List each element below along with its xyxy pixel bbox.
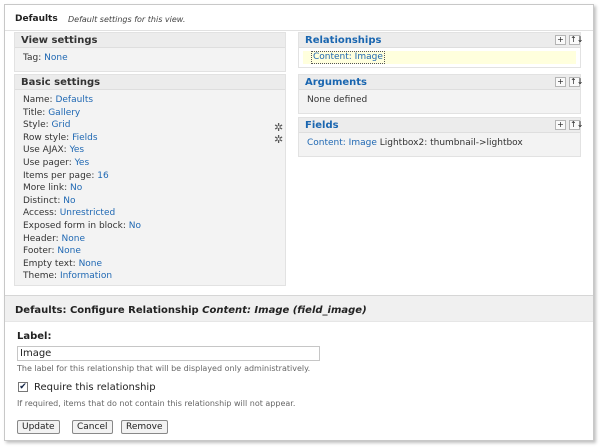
basic-settings-title: Basic settings — [21, 77, 101, 88]
panel-header: Arguments — [299, 75, 580, 90]
fields-panel: Fields + ↑↓ Content: Image Lightbox2: th… — [298, 117, 583, 157]
tag-label: Tag: — [23, 53, 42, 63]
require-relationship-checkbox[interactable]: ✔ — [18, 382, 28, 392]
basic-setting-label: Header: — [23, 233, 59, 244]
display-subtitle: Default settings for this view. — [68, 15, 186, 24]
configure-heading-bar: Defaults: Configure Relationship Content… — [5, 295, 593, 322]
tag-value-link[interactable]: None — [44, 53, 67, 63]
update-button[interactable]: Update — [17, 420, 60, 434]
basic-setting-value-link[interactable]: None — [62, 234, 85, 244]
fields-title: Fields — [305, 120, 339, 131]
basic-setting-row: Access: Unrestricted — [23, 207, 281, 220]
basic-setting-label: Empty text: — [23, 258, 76, 269]
label-field-label: Label: — [17, 331, 52, 342]
basic-setting-row: More link: No — [23, 182, 281, 195]
basic-setting-row: Distinct: No — [23, 195, 281, 208]
basic-setting-value-link[interactable]: No — [129, 221, 141, 231]
field-formatter-text: Lightbox2: thumbnail->lightbox — [379, 138, 523, 148]
basic-setting-value-link[interactable]: 16 — [97, 171, 108, 181]
basic-setting-row: Exposed form in block: No — [23, 220, 281, 233]
configure-relationship-section: Defaults: Configure Relationship Content… — [5, 295, 593, 440]
basic-setting-label: Use pager: — [23, 157, 72, 168]
arguments-empty-text: None defined — [307, 95, 368, 105]
basic-setting-value-link[interactable]: Defaults — [55, 95, 93, 105]
basic-setting-label: Access: — [23, 208, 57, 219]
add-argument-button[interactable]: + — [555, 77, 566, 87]
panel-header: Basic settings — [15, 75, 285, 90]
basic-setting-row: Title: Gallery — [23, 107, 281, 120]
configure-heading: Defaults: Configure Relationship Content… — [15, 305, 367, 316]
basic-setting-label: More link: — [23, 183, 68, 194]
basic-setting-label: Use AJAX: — [23, 145, 67, 156]
basic-setting-label: Theme: — [23, 271, 58, 282]
basic-setting-label: Name: — [23, 95, 53, 105]
view-settings-title: View settings — [21, 35, 98, 46]
rearrange-arguments-button[interactable]: ↑↓ — [569, 77, 583, 87]
configure-heading-emphasis: Content: Image (field_image) — [202, 305, 367, 316]
views-edit-frame: Defaults Default settings for this view.… — [4, 4, 594, 441]
require-relationship-label: Require this relationship — [34, 382, 156, 393]
basic-setting-value-link[interactable]: Information — [60, 271, 112, 281]
panel-header: Fields — [299, 118, 580, 133]
row-style-settings-gear-icon[interactable]: ✲ — [274, 134, 285, 145]
basic-setting-label: Items per page: — [23, 170, 95, 181]
relationships-panel: Relationships + ↑↓ Content: Image — [298, 32, 583, 68]
add-relationship-button[interactable]: + — [555, 35, 566, 45]
basic-setting-row: Items per page: 16 — [23, 170, 281, 183]
style-settings-gear-icon[interactable]: ✲ — [274, 122, 285, 133]
basic-setting-row: Style: Grid — [23, 119, 281, 132]
basic-setting-row: Use pager: Yes — [23, 157, 281, 170]
remove-button[interactable]: Remove — [121, 420, 168, 434]
label-description: The label for this relationship that wil… — [17, 364, 311, 373]
basic-setting-label: Exposed form in block: — [23, 220, 126, 231]
field-item-row: Content: Image Lightbox2: thumbnail->lig… — [307, 137, 576, 150]
basic-setting-label: Footer: — [23, 246, 55, 257]
require-relationship-description: If required, items that do not contain t… — [17, 399, 296, 408]
top-bar: Defaults Default settings for this view. — [5, 5, 593, 31]
basic-setting-value-link[interactable]: No — [63, 196, 75, 206]
label-input[interactable] — [17, 346, 320, 361]
relationship-content-image-link[interactable]: Content: Image — [311, 51, 385, 64]
panel-header: Relationships — [299, 33, 580, 48]
basic-setting-value-link[interactable]: Grid — [52, 120, 71, 130]
view-settings-panel: View settings Tag: None — [14, 32, 286, 72]
basic-setting-label: Style: — [23, 120, 49, 131]
basic-setting-value-link[interactable]: No — [70, 183, 82, 193]
arguments-title: Arguments — [305, 77, 368, 88]
relationships-title: Relationships — [305, 35, 382, 46]
basic-setting-row: Footer: None — [23, 245, 281, 258]
basic-setting-value-link[interactable]: Yes — [70, 145, 85, 155]
rearrange-relationships-button[interactable]: ↑↓ — [569, 35, 583, 45]
cancel-button[interactable]: Cancel — [72, 420, 113, 434]
basic-settings-list: Name: Defaults Title: Gallery Style: Grid R… — [23, 94, 281, 283]
basic-setting-value-link[interactable]: None — [79, 259, 102, 269]
basic-setting-row: Name: Defaults — [23, 94, 281, 107]
display-title: Defaults — [15, 14, 58, 24]
add-field-button[interactable]: + — [555, 120, 566, 130]
arguments-panel: Arguments + ↑↓ None defined — [298, 74, 583, 114]
basic-setting-row: Row style: Fields — [23, 132, 281, 145]
basic-setting-row: Theme: Information — [23, 270, 281, 283]
field-content-image-link[interactable]: Content: Image — [307, 138, 377, 148]
basic-setting-label: Distinct: — [23, 195, 61, 206]
basic-setting-value-link[interactable]: Unrestricted — [60, 208, 115, 218]
basic-setting-row: Use AJAX: Yes — [23, 144, 281, 157]
basic-setting-value-link[interactable]: Gallery — [48, 108, 80, 118]
basic-setting-row: Header: None — [23, 233, 281, 246]
basic-setting-label: Title: — [23, 107, 46, 118]
basic-settings-panel: Basic settings Name: Defaults Title: Gall… — [14, 74, 286, 286]
basic-setting-value-link[interactable]: None — [57, 246, 80, 256]
basic-setting-value-link[interactable]: Yes — [75, 158, 90, 168]
panel-header: View settings — [15, 33, 285, 48]
basic-setting-label: Row style: — [23, 132, 70, 143]
relationship-item-row: Content: Image — [303, 51, 576, 64]
basic-setting-row: Empty text: None — [23, 258, 281, 271]
basic-setting-value-link[interactable]: Fields — [72, 133, 97, 143]
rearrange-fields-button[interactable]: ↑↓ — [569, 120, 583, 130]
configure-heading-prefix: Defaults: Configure Relationship — [15, 305, 199, 316]
tag-row: Tag: None — [23, 52, 281, 65]
